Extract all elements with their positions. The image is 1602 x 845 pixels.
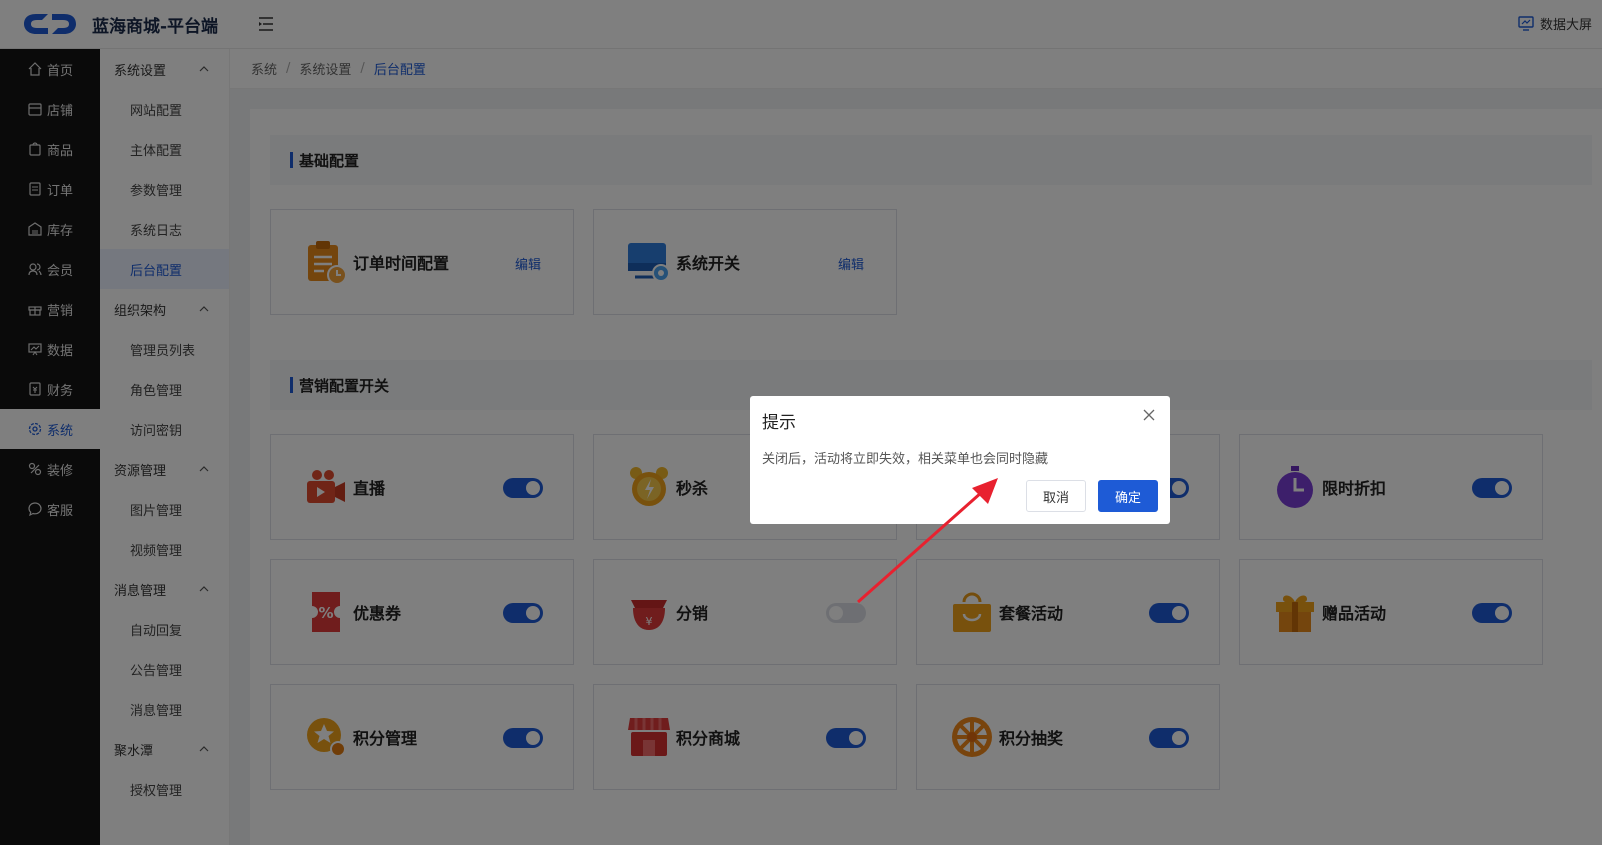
close-icon[interactable] [1142,408,1156,422]
confirm-button[interactable]: 确定 [1098,480,1158,512]
confirm-dialog: 提示 关闭后，活动将立即失效，相关菜单也会同时隐藏 取消 确定 [750,396,1170,524]
dialog-message: 关闭后，活动将立即失效，相关菜单也会同时隐藏 [762,452,1049,467]
cancel-button[interactable]: 取消 [1026,480,1086,512]
dialog-title: 提示 [762,413,796,433]
